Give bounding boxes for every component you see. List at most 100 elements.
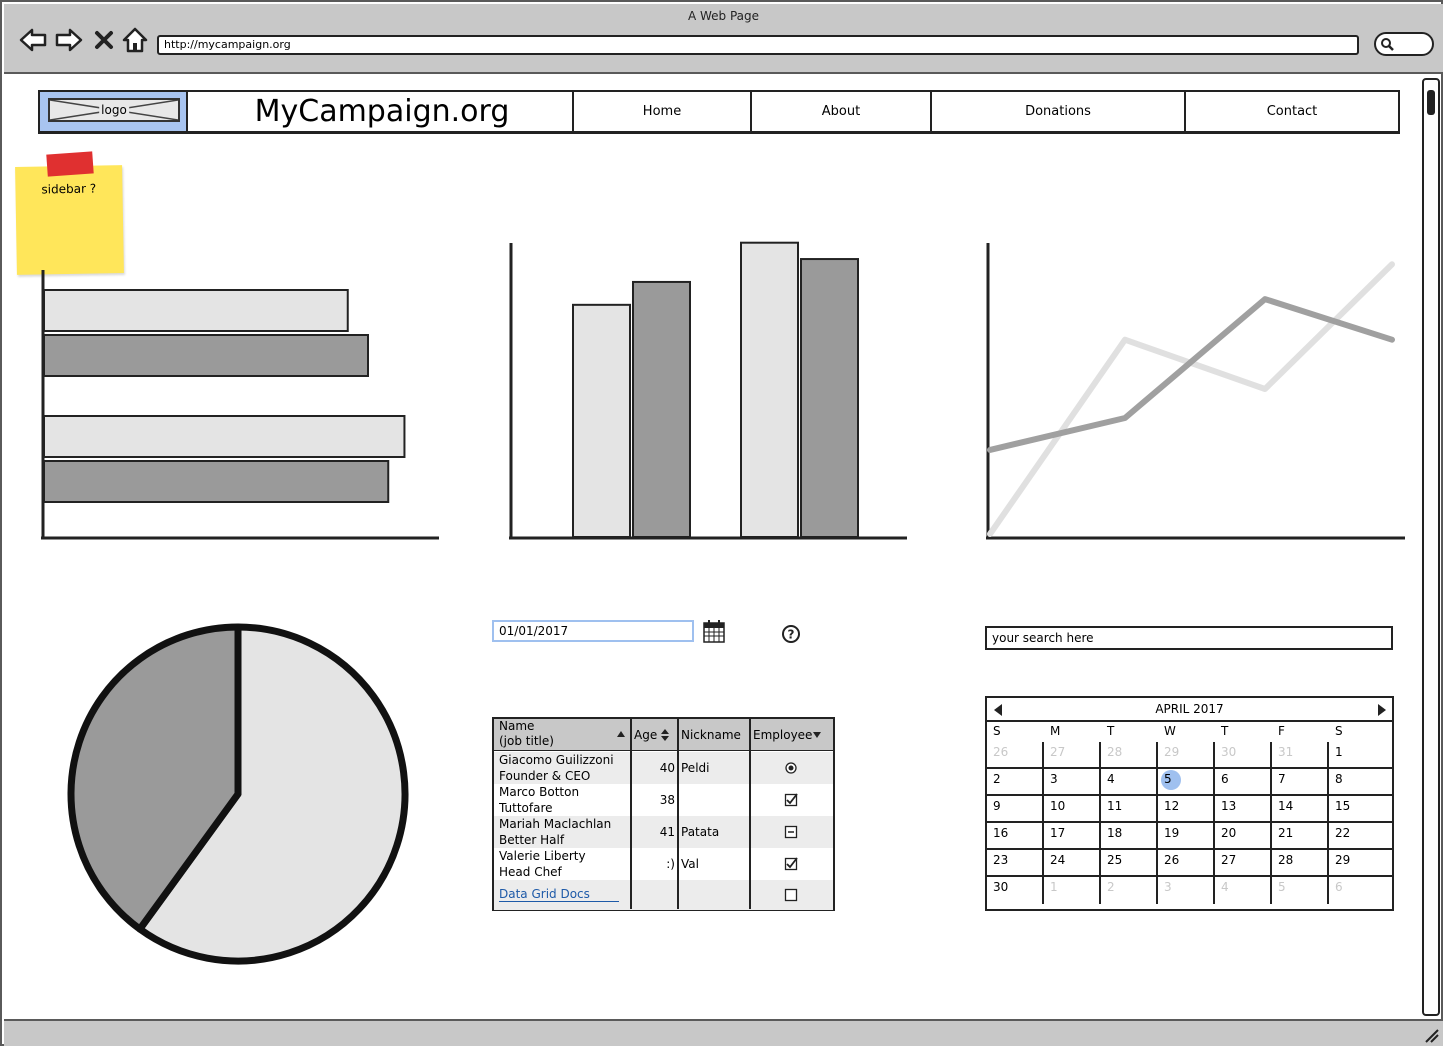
grid-cell-nickname: Patata — [681, 825, 720, 839]
scroll-thumb[interactable] — [1427, 90, 1435, 115]
calendar-day[interactable]: 9 — [987, 796, 1044, 823]
calendar-day[interactable]: 31 — [1272, 742, 1329, 769]
pie-chart — [67, 623, 409, 965]
calendar-day[interactable]: 25 — [1101, 850, 1158, 877]
grid-header-employee[interactable]: Employee — [753, 719, 815, 750]
close-x-icon[interactable] — [92, 26, 116, 54]
sort-asc-icon[interactable] — [616, 730, 626, 738]
table-row[interactable]: Marco Botton Tuttofare 38 — [494, 784, 833, 816]
calendar-day[interactable]: 2 — [1101, 877, 1158, 904]
grid-column-divider — [749, 719, 751, 909]
calendar-day[interactable]: 11 — [1101, 796, 1158, 823]
calendar-day[interactable]: 10 — [1044, 796, 1101, 823]
checkbox-indeterminate-icon[interactable] — [784, 825, 798, 839]
calendar-day[interactable]: 4 — [1215, 877, 1272, 904]
nav-about[interactable]: About — [750, 92, 930, 131]
calendar-day[interactable]: 6 — [1329, 877, 1392, 904]
calendar-day[interactable]: 5 — [1272, 877, 1329, 904]
browser-titlebar: A Web Page http://mycampaign.org — [4, 4, 1443, 74]
table-row[interactable]: Giacomo Guilizzoni Founder & CEO 40 Peldi — [494, 752, 833, 784]
calendar-day[interactable]: 3 — [1158, 877, 1215, 904]
svg-text:?: ? — [788, 628, 795, 642]
calendar-day-number: 24 — [1050, 853, 1066, 867]
date-input[interactable]: 01/01/2017 — [492, 620, 694, 642]
month-calendar: APRIL 2017 S M T W T F S 26 27 28 29 30 31 1 2 3 4 5 6 7 8 9 1… — [985, 696, 1394, 911]
forward-arrow-icon[interactable] — [54, 26, 84, 54]
calendar-day[interactable]: 15 — [1329, 796, 1392, 823]
url-bar[interactable]: http://mycampaign.org — [157, 35, 1359, 55]
browser-statusbar — [4, 1019, 1443, 1046]
calendar-day[interactable]: 7 — [1272, 769, 1329, 796]
resize-grip-icon[interactable] — [1423, 1027, 1439, 1043]
back-arrow-icon[interactable] — [18, 26, 48, 54]
calendar-day-number: 27 — [1221, 853, 1237, 867]
calendar-day[interactable]: 22 — [1329, 823, 1392, 850]
calendar-day-number: 29 — [1335, 853, 1351, 867]
calendar-day[interactable]: 28 — [1101, 742, 1158, 769]
vertical-scrollbar[interactable] — [1422, 78, 1440, 1016]
vertical-bar-chart — [509, 241, 907, 540]
calendar-day[interactable]: 6 — [1215, 769, 1272, 796]
calendar-day[interactable]: 27 — [1044, 742, 1101, 769]
table-row[interactable]: Valerie Liberty Head Chef:) Val — [494, 848, 833, 880]
calendar-day[interactable]: 3 — [1044, 769, 1101, 796]
calendar-day[interactable]: 18 — [1101, 823, 1158, 850]
calendar-day[interactable]: 12 — [1158, 796, 1215, 823]
calendar-day[interactable]: 1 — [1044, 877, 1101, 904]
search-input[interactable]: your search here — [985, 626, 1393, 650]
calendar-day[interactable]: 27 — [1215, 850, 1272, 877]
calendar-day[interactable]: 30 — [1215, 742, 1272, 769]
calendar-day-number: 14 — [1278, 799, 1294, 813]
grid-header-nickname[interactable]: Nickname — [681, 719, 751, 750]
help-icon[interactable]: ? — [781, 624, 801, 644]
calendar-icon[interactable] — [703, 619, 725, 643]
calendar-day[interactable]: 26 — [1158, 850, 1215, 877]
checkbox-checked-icon[interactable] — [784, 793, 798, 807]
nav-contact[interactable]: Contact — [1184, 92, 1398, 131]
nav-donations[interactable]: Donations — [930, 92, 1184, 131]
logo-image-placeholder: logo — [48, 98, 180, 122]
calendar-weekday: W — [1164, 724, 1176, 738]
calendar-day[interactable]: 28 — [1272, 850, 1329, 877]
calendar-day[interactable]: 8 — [1329, 769, 1392, 796]
calendar-day[interactable]: 2 — [987, 769, 1044, 796]
calendar-day-number: 27 — [1050, 745, 1066, 759]
dropdown-arrow-icon[interactable] — [812, 731, 822, 739]
window-title: A Web Page — [687, 9, 760, 23]
calendar-day[interactable]: 30 — [987, 877, 1044, 904]
hbar-mark — [43, 460, 390, 503]
nav-home[interactable]: Home — [572, 92, 750, 131]
calendar-day[interactable]: 21 — [1272, 823, 1329, 850]
calendar-day[interactable]: 23 — [987, 850, 1044, 877]
logo-area[interactable]: logo — [40, 92, 188, 131]
calendar-header: APRIL 2017 — [987, 698, 1392, 722]
calendar-day[interactable]: 19 — [1158, 823, 1215, 850]
calendar-day[interactable]: 13 — [1215, 796, 1272, 823]
radio-button-icon[interactable] — [784, 761, 798, 775]
calendar-day[interactable]: 29 — [1329, 850, 1392, 877]
next-month-icon[interactable] — [1377, 703, 1387, 717]
site-header: logo MyCampaign.org Home About Donations… — [38, 90, 1400, 134]
calendar-day[interactable]: 5 — [1158, 769, 1215, 796]
checkbox-unchecked-icon[interactable] — [784, 888, 798, 902]
calendar-day-number: 6 — [1335, 880, 1343, 894]
data-grid-docs-link[interactable]: Data Grid Docs — [499, 887, 619, 902]
calendar-day[interactable]: 1 — [1329, 742, 1392, 769]
calendar-day-number: 28 — [1278, 853, 1294, 867]
calendar-day[interactable]: 4 — [1101, 769, 1158, 796]
calendar-day[interactable]: 20 — [1215, 823, 1272, 850]
prev-month-icon[interactable] — [993, 703, 1003, 717]
calendar-day[interactable]: 17 — [1044, 823, 1101, 850]
browser-search-field[interactable] — [1374, 32, 1434, 56]
hbar-mark — [43, 415, 406, 458]
checkbox-checked-icon[interactable] — [784, 857, 798, 871]
calendar-day[interactable]: 26 — [987, 742, 1044, 769]
grid-header-name[interactable]: Name (job title) — [499, 719, 617, 750]
calendar-day[interactable]: 16 — [987, 823, 1044, 850]
home-icon[interactable] — [120, 26, 150, 54]
table-row[interactable]: Mariah Maclachlan Better Half 41 Patata — [494, 816, 833, 848]
calendar-day[interactable]: 24 — [1044, 850, 1101, 877]
sort-both-icon[interactable] — [660, 728, 670, 742]
calendar-day[interactable]: 29 — [1158, 742, 1215, 769]
calendar-day[interactable]: 14 — [1272, 796, 1329, 823]
